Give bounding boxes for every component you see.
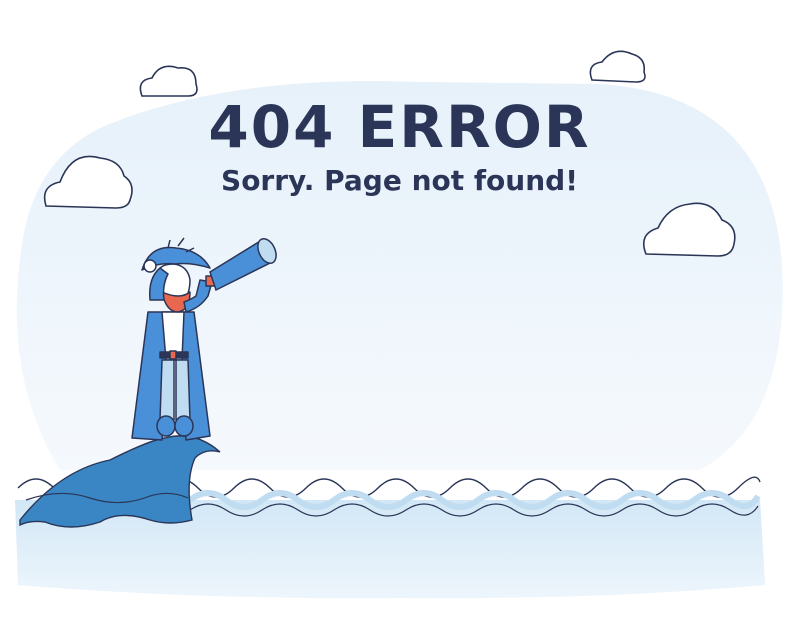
error-subline: Sorry. Page not found! (221, 164, 578, 197)
cloud-icon (589, 50, 646, 83)
error-headline: 404 ERROR (208, 93, 591, 161)
